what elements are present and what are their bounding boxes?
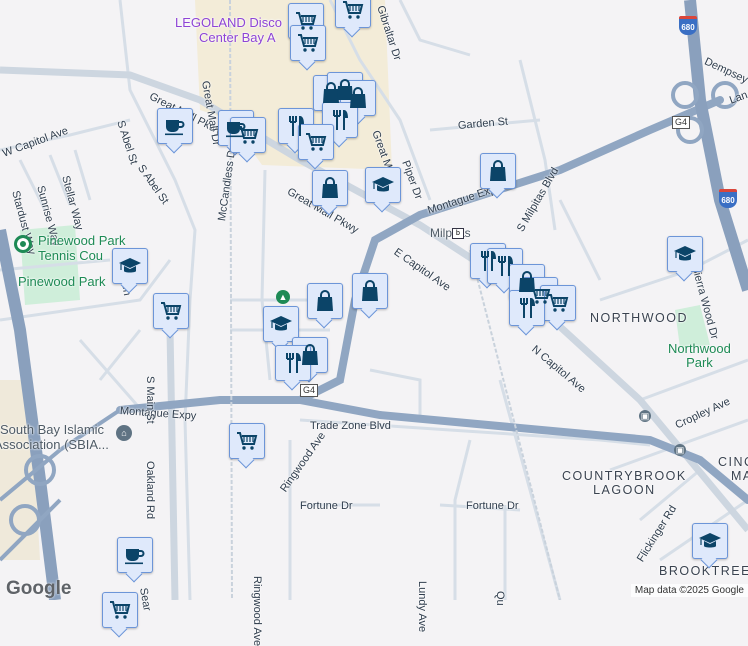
route-shield-g4: G4 [300, 384, 319, 397]
shopping-cart-icon [343, 1, 364, 19]
place-label: LEGOLAND Disco [175, 15, 282, 30]
interstate-680-shield: 680 [679, 16, 697, 35]
interstate-680-shield: 680 [719, 189, 737, 208]
poi-marker-cart[interactable] [153, 293, 189, 329]
shopping-cart-icon [306, 133, 327, 151]
poi-marker-school[interactable] [112, 248, 148, 284]
road-label: S Main St [144, 376, 156, 424]
transit-station-icon: b [452, 228, 464, 239]
shopping-cart-icon [238, 126, 259, 144]
area-label: LAGOON [593, 483, 656, 497]
area-northwood: NORTHWOOD [590, 311, 688, 325]
park-pin-icon[interactable] [14, 235, 32, 253]
area-cinco: CINC MA [718, 455, 748, 483]
road-label: Fortune Dr [300, 500, 353, 512]
map-attribution[interactable]: Map data ©2025 Google [630, 584, 748, 597]
road-label: Qu [494, 591, 506, 606]
area-label: CINC [718, 455, 748, 469]
poi-marker-cart[interactable] [540, 285, 576, 321]
place-legoland[interactable]: LEGOLAND Disco Center Bay A [175, 15, 282, 45]
place-label: Association (SBIA... [0, 437, 109, 452]
poi-marker-cart[interactable] [229, 423, 265, 459]
mosque-icon[interactable]: ⌂ [116, 425, 132, 441]
road-label: Fortune Dr [466, 500, 519, 512]
shopping-bag-icon [317, 290, 333, 311]
poi-marker-school[interactable] [365, 167, 401, 203]
road-label: Lundy Ave [416, 581, 428, 633]
place-pinewood-park[interactable]: Pinewood Park [18, 274, 105, 289]
place-label: South Bay Islamic [0, 422, 105, 437]
area-countrybrook-lagoon: COUNTRYBROOK LAGOON [562, 469, 687, 497]
shopping-cart-icon [110, 601, 131, 619]
poi-marker-cart[interactable] [102, 592, 138, 628]
restaurant-icon [333, 110, 348, 130]
restaurant-icon [286, 353, 301, 373]
school-icon [270, 316, 292, 331]
restaurant-icon [520, 298, 535, 318]
poi-marker-cart[interactable] [290, 25, 326, 61]
road-label: Trade Zone Blvd [310, 420, 391, 432]
shopping-bag-icon [490, 160, 506, 181]
google-logo: Google [6, 578, 72, 599]
place-label: Pinewood Park [38, 233, 126, 248]
poi-marker-school[interactable] [692, 523, 728, 559]
shopping-bag-icon [362, 280, 378, 301]
school-icon [699, 533, 721, 548]
place-label: Northwood [668, 341, 731, 356]
poi-marker-bag[interactable] [307, 283, 343, 319]
restaurant-icon [498, 256, 513, 276]
shopping-cart-icon [298, 34, 319, 52]
poi-marker-bag[interactable] [312, 170, 348, 206]
cafe-icon [165, 120, 185, 136]
poi-marker-bag[interactable] [480, 153, 516, 189]
shopping-bag-icon [322, 177, 338, 198]
place-label: Park [686, 355, 713, 370]
bus-stop-icon[interactable]: ▣ [674, 444, 686, 456]
poi-marker-bag[interactable] [352, 273, 388, 309]
school-icon [119, 258, 141, 273]
poi-marker-cart[interactable] [230, 117, 266, 153]
area-label: COUNTRYBROOK [562, 469, 687, 483]
place-south-bay-islamic[interactable]: South Bay Islamic Association (SBIA... [0, 422, 109, 452]
school-icon [372, 177, 394, 192]
shopping-cart-icon [548, 294, 569, 312]
route-shield-g4: G4 [672, 116, 691, 129]
school-icon [674, 246, 696, 261]
road-label: Oakland Rd [144, 461, 156, 520]
area-label: MA [731, 469, 748, 483]
shopping-cart-icon [296, 12, 317, 30]
shopping-cart-icon [161, 302, 182, 320]
poi-marker-cart[interactable] [335, 0, 371, 28]
poi-marker-cup[interactable] [157, 108, 193, 144]
cafe-icon [125, 549, 145, 565]
place-milpitas-station[interactable]: Milpitas [430, 226, 471, 241]
park-tree-icon[interactable]: ▲ [276, 290, 290, 304]
shopping-bag-icon [350, 87, 366, 108]
place-label: Center Bay A [199, 30, 276, 45]
road-label: Ringwood Ave [251, 576, 263, 646]
place-northwood-park[interactable]: Northwood Park [668, 342, 731, 370]
poi-marker-school[interactable] [667, 236, 703, 272]
bus-stop-icon[interactable]: ▣ [639, 410, 651, 422]
poi-marker-cup[interactable] [117, 537, 153, 573]
shopping-cart-icon [237, 432, 258, 450]
area-brooktree: BROOKTREE [659, 564, 748, 578]
